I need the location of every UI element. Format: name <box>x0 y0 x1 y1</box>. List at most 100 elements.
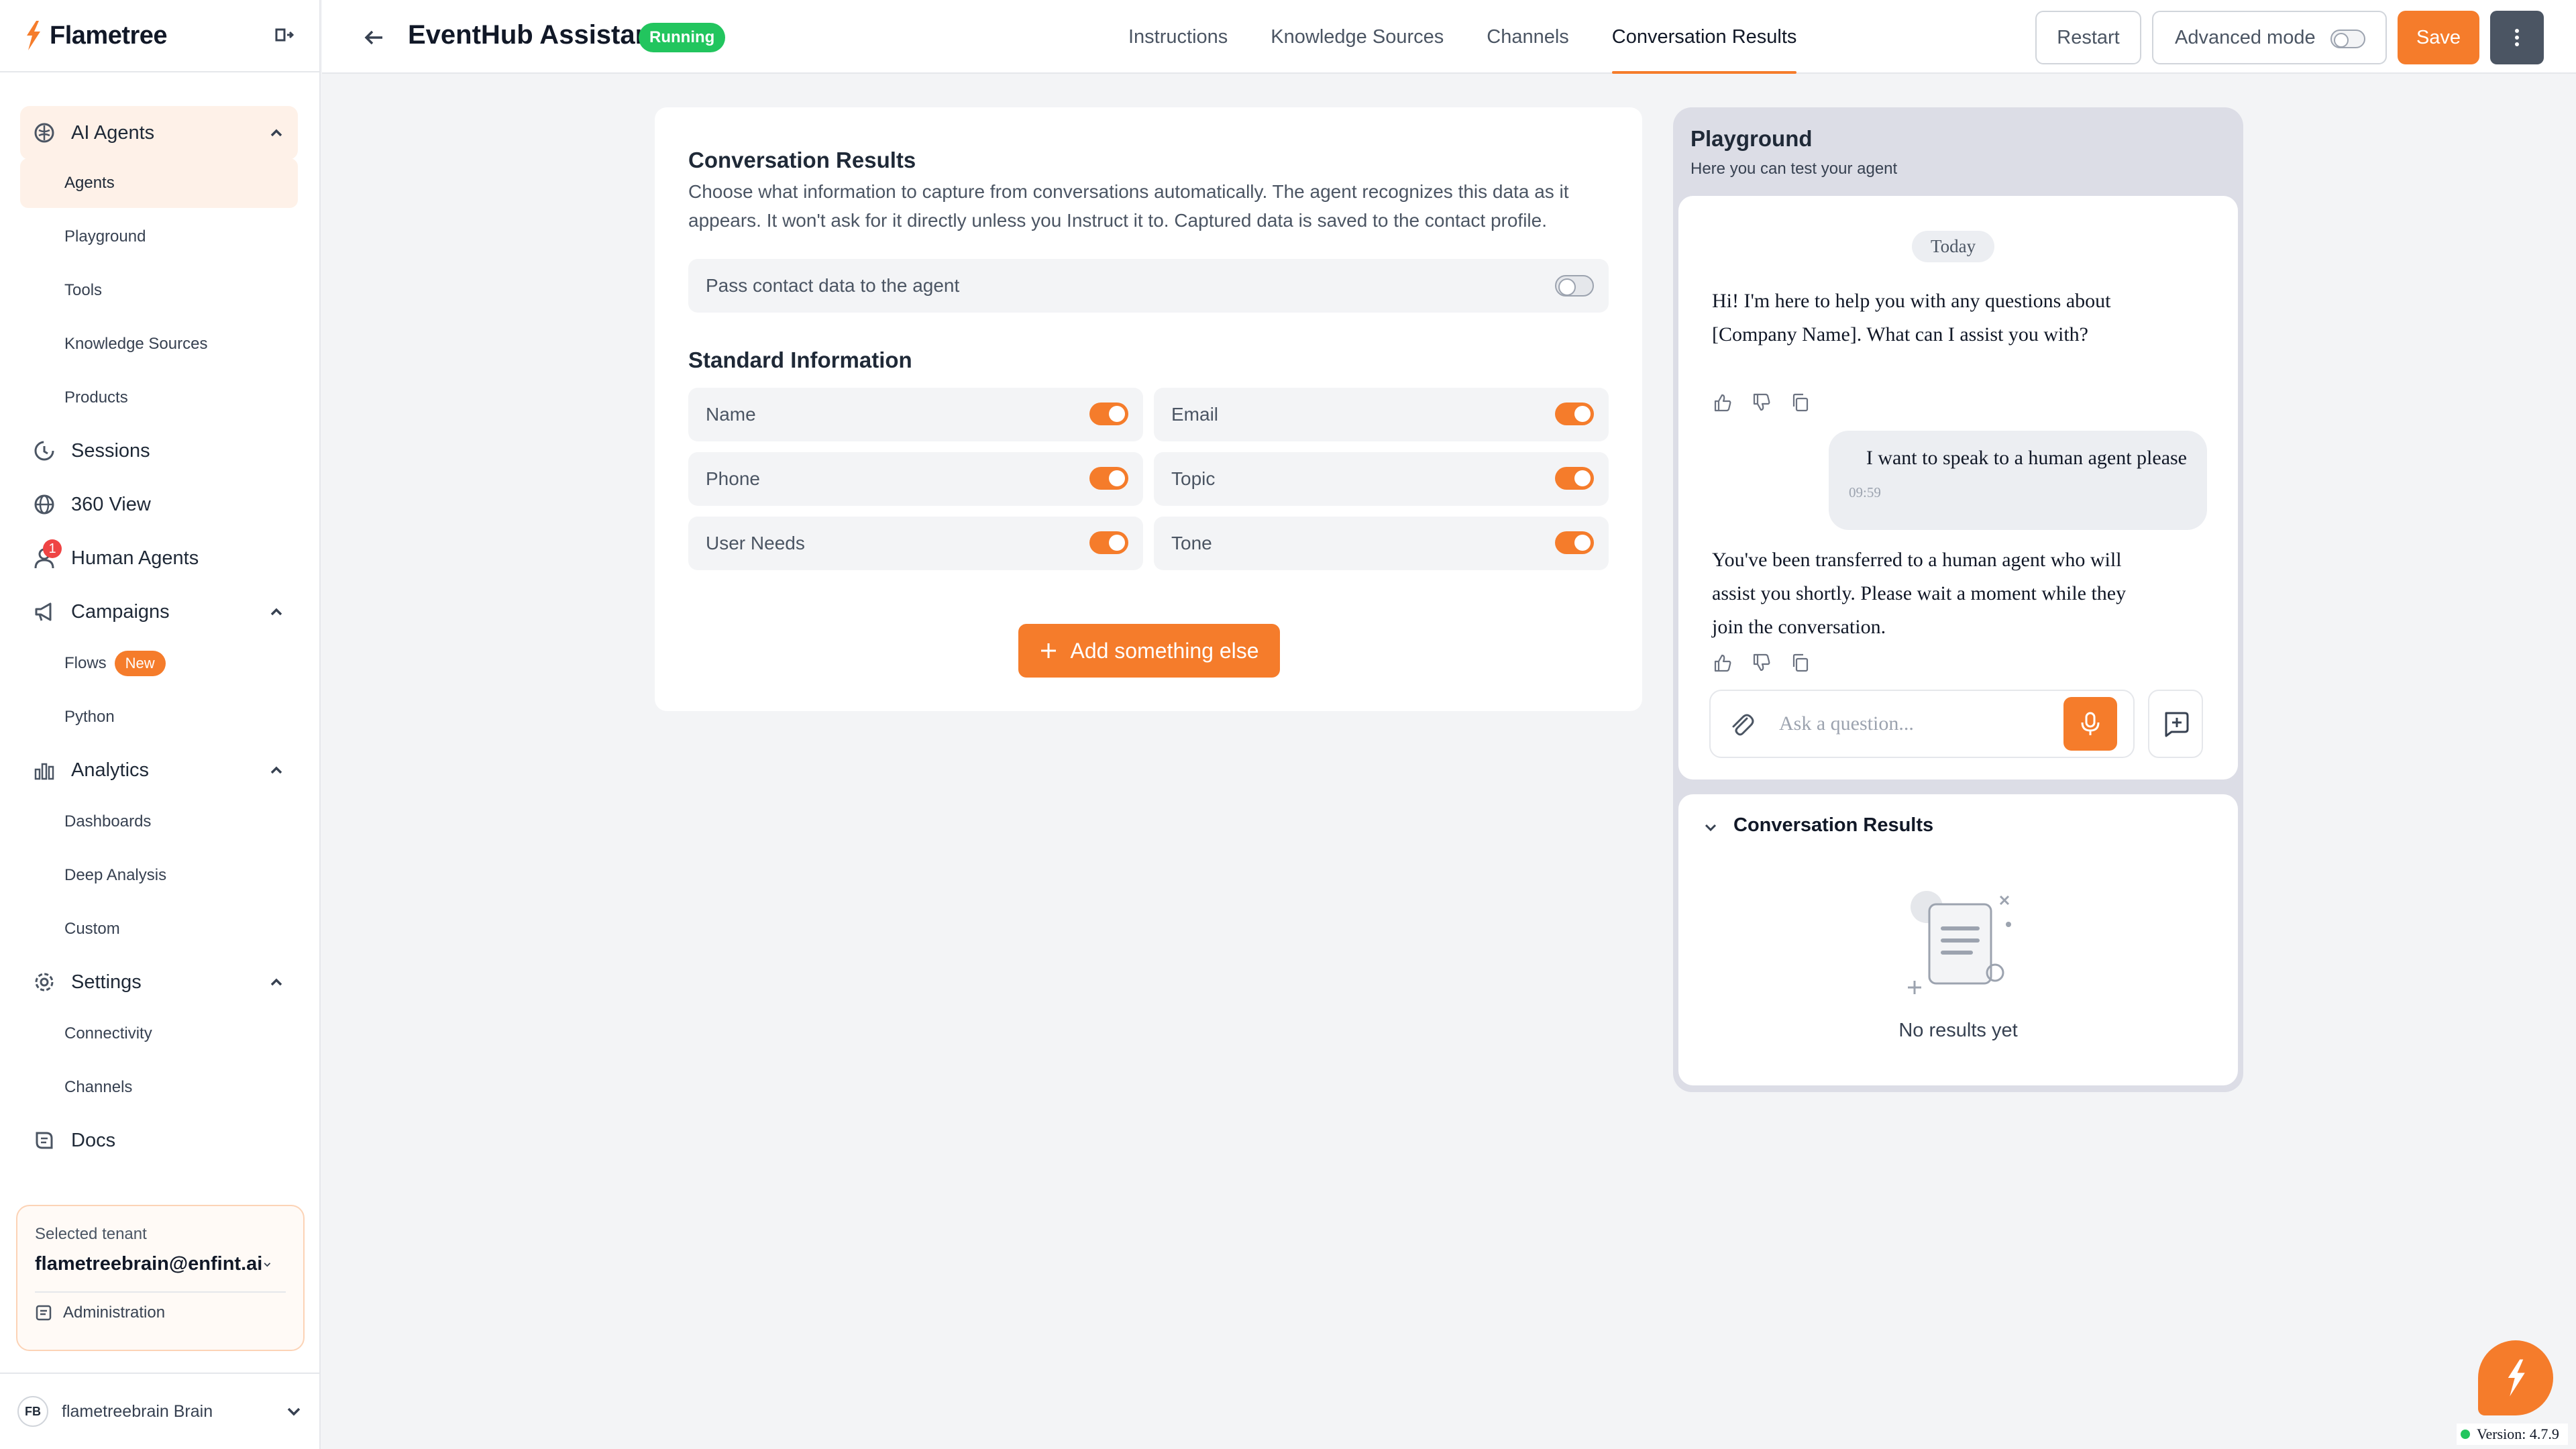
sidebar-section-label: Human Agents <box>71 547 199 569</box>
advanced-mode-switch[interactable] <box>2330 30 2365 48</box>
sidebar-section-label: AI Agents <box>71 121 155 144</box>
chevron-up-icon[interactable] <box>267 123 286 142</box>
field-label: Name <box>706 404 756 425</box>
version-text: Version: 4.7.9 <box>2477 1426 2559 1442</box>
chevron-down-icon[interactable] <box>1701 818 1720 837</box>
advanced-mode-toggle[interactable]: Advanced mode <box>2152 11 2387 64</box>
sidebar-item-products[interactable]: Products <box>20 373 298 423</box>
agent-tabs: Instructions Knowledge Sources Channels … <box>1128 0 1839 74</box>
sidebar-item-label: Flows <box>64 654 107 672</box>
top-bar: EventHub Assistant Running Instructions … <box>322 0 2576 74</box>
field-label: Email <box>1171 404 1219 425</box>
sidebar-section-settings[interactable]: Settings <box>20 955 298 1009</box>
empty-document-icon <box>1908 891 2011 994</box>
restart-button[interactable]: Restart <box>2035 11 2141 64</box>
empty-state-text: No results yet <box>1898 1020 2018 1041</box>
thumbs-down-icon[interactable] <box>1751 652 1772 674</box>
chevron-up-icon[interactable] <box>267 973 286 991</box>
flametree-logo-icon[interactable] <box>21 19 44 52</box>
tab-conversation-results[interactable]: Conversation Results <box>1611 0 1796 74</box>
agent-title: EventHub Assistant <box>408 20 661 50</box>
copy-icon[interactable] <box>1790 392 1811 413</box>
field-row-tone: Tone <box>1154 517 1609 570</box>
card-title: Conversation Results <box>688 148 916 172</box>
microphone-button[interactable] <box>2063 697 2117 751</box>
sidebar-section-sessions[interactable]: Sessions <box>20 424 298 478</box>
sidebar-section-label: Docs <box>71 1129 116 1151</box>
conversation-results-card: Conversation Results Choose what informa… <box>655 107 1642 711</box>
chat-input-row <box>1709 690 2135 758</box>
tenant-selector: Selected tenant flametreebrain@enfint.ai… <box>16 1205 305 1351</box>
sidebar-section-docs[interactable]: Docs <box>20 1114 298 1167</box>
history-icon <box>32 439 56 463</box>
sidebar-section-campaigns[interactable]: Campaigns <box>20 585 298 639</box>
back-arrow-icon[interactable] <box>362 25 386 50</box>
field-toggle-user-needs[interactable] <box>1089 531 1128 554</box>
notification-badge: 1 <box>43 539 62 558</box>
thumbs-up-icon[interactable] <box>1712 392 1733 413</box>
sidebar-item-python[interactable]: Python <box>20 692 298 742</box>
more-options-button[interactable] <box>2490 11 2544 64</box>
sidebar-section-360-view[interactable]: 360 View <box>20 478 298 531</box>
sidebar-section-ai-agents[interactable]: AI Agents <box>20 106 298 160</box>
sidebar-item-knowledge-sources[interactable]: Knowledge Sources <box>20 319 298 369</box>
sidebar-item-deep-analysis[interactable]: Deep Analysis <box>20 851 298 900</box>
tab-channels[interactable]: Channels <box>1487 0 1569 74</box>
microphone-icon <box>2081 712 2100 735</box>
sidebar-item-tools[interactable]: Tools <box>20 266 298 315</box>
megaphone-icon <box>32 600 56 624</box>
chevron-up-icon[interactable] <box>267 602 286 621</box>
new-chat-button[interactable] <box>2148 690 2203 758</box>
book-icon <box>32 1128 56 1152</box>
save-button[interactable]: Save <box>2398 11 2479 64</box>
brand-name[interactable]: Flametree <box>50 21 168 50</box>
tenant-dropdown[interactable]: flametreebrain@enfint.ai <box>35 1253 286 1275</box>
sidebar-item-connectivity[interactable]: Connectivity <box>20 1009 298 1059</box>
pass-contact-toggle[interactable] <box>1555 275 1594 297</box>
collapse-sidebar-icon[interactable] <box>271 23 295 47</box>
administration-link[interactable]: Administration <box>35 1303 286 1322</box>
date-separator: Today <box>1912 231 1995 262</box>
chevron-up-icon[interactable] <box>267 761 286 780</box>
results-title[interactable]: Conversation Results <box>1733 814 1933 837</box>
tenant-name: flametreebrain@enfint.ai <box>35 1253 263 1275</box>
field-label: User Needs <box>706 533 805 553</box>
sidebar-item-dashboards[interactable]: Dashboards <box>20 797 298 847</box>
sidebar-item-custom[interactable]: Custom <box>20 904 298 954</box>
sidebar-item-agents[interactable]: Agents <box>20 158 298 208</box>
field-toggle-phone[interactable] <box>1089 467 1128 490</box>
paperclip-icon[interactable] <box>1727 709 1756 739</box>
card-description: Choose what information to capture from … <box>688 181 1569 231</box>
thumbs-down-icon[interactable] <box>1751 392 1772 413</box>
field-label: Topic <box>1171 468 1216 489</box>
user-name: flametreebrain Brain <box>62 1401 213 1421</box>
tab-knowledge-sources[interactable]: Knowledge Sources <box>1271 0 1444 74</box>
divider <box>35 1291 286 1293</box>
thumbs-up-icon[interactable] <box>1712 652 1733 674</box>
version-label: Version: 4.7.9 <box>2457 1424 2568 1445</box>
plus-icon <box>1041 643 1057 658</box>
field-row-topic: Topic <box>1154 452 1609 506</box>
advanced-mode-label: Advanced mode <box>2175 26 2316 48</box>
field-toggle-email[interactable] <box>1555 402 1594 425</box>
sidebar-item-flows[interactable]: Flows New <box>20 639 298 688</box>
sidebar-section-human-agents[interactable]: 1 Human Agents <box>20 531 298 585</box>
chart-icon <box>32 758 56 782</box>
field-toggle-topic[interactable] <box>1555 467 1594 490</box>
copy-icon[interactable] <box>1790 652 1811 674</box>
sidebar-item-channels[interactable]: Channels <box>20 1063 298 1112</box>
chat-input[interactable] <box>1779 712 2063 735</box>
add-something-else-button[interactable]: Add something else <box>1018 624 1280 678</box>
field-label: Phone <box>706 468 760 489</box>
user-menu[interactable]: FB flametreebrain Brain <box>0 1373 321 1449</box>
field-toggle-tone[interactable] <box>1555 531 1594 554</box>
sidebar-section-analytics[interactable]: Analytics <box>20 743 298 797</box>
sidebar-item-playground[interactable]: Playground <box>20 212 298 262</box>
tab-instructions[interactable]: Instructions <box>1128 0 1228 74</box>
support-chat-button[interactable] <box>2478 1340 2553 1415</box>
field-toggle-name[interactable] <box>1089 402 1128 425</box>
message-actions <box>1712 652 1811 674</box>
bot-message: You've been transferred to a human agent… <box>1712 549 2127 638</box>
standard-info-title: Standard Information <box>688 347 912 372</box>
flametree-logo-icon <box>2508 1359 2525 1397</box>
